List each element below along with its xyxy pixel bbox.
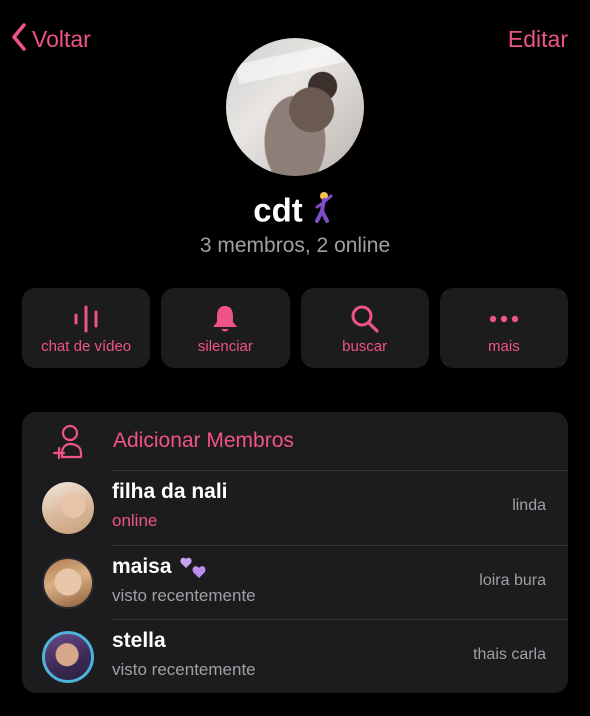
bell-icon bbox=[161, 304, 289, 334]
more-button[interactable]: mais bbox=[439, 288, 568, 368]
back-button[interactable]: Voltar bbox=[10, 22, 91, 56]
add-person-icon bbox=[52, 424, 86, 465]
member-name: stella bbox=[112, 629, 166, 652]
search-label: buscar bbox=[342, 338, 388, 355]
member-name: filha da nali bbox=[112, 480, 228, 503]
member-name: maisa bbox=[112, 555, 209, 589]
member-title: linda bbox=[512, 497, 546, 514]
chevron-left-icon bbox=[10, 22, 28, 57]
add-members-label: Adicionar Membros bbox=[113, 429, 294, 452]
member-status: visto recentemente bbox=[112, 586, 256, 605]
back-label: Voltar bbox=[32, 25, 91, 52]
group-name: cdt bbox=[253, 191, 303, 229]
mute-button[interactable]: silenciar bbox=[161, 288, 290, 368]
video-chat-button[interactable]: chat de vídeo bbox=[22, 288, 151, 368]
member-status: visto recentemente bbox=[112, 660, 256, 679]
group-avatar[interactable] bbox=[226, 38, 364, 176]
members-card: Adicionar Membros filha da nali online l… bbox=[22, 412, 568, 693]
search-button[interactable]: buscar bbox=[300, 288, 429, 368]
group-title: cdt bbox=[0, 191, 590, 235]
purple-hearts-icon bbox=[179, 555, 209, 589]
mute-label: silenciar bbox=[197, 338, 253, 355]
group-member-count: 3 membros, 2 online bbox=[199, 234, 391, 257]
member-name-text: maisa bbox=[112, 555, 172, 578]
member-title: loira bura bbox=[479, 572, 546, 589]
voice-wave-icon bbox=[22, 304, 150, 334]
member-row[interactable]: stella visto recentemente thais carla bbox=[22, 620, 568, 693]
dancing-man-icon bbox=[309, 191, 337, 235]
add-members-button[interactable]: Adicionar Membros bbox=[22, 412, 568, 470]
search-icon bbox=[301, 304, 429, 334]
avatar bbox=[42, 631, 94, 683]
member-title: thais carla bbox=[473, 646, 546, 663]
action-buttons: chat de vídeo silenciar buscar mais bbox=[22, 288, 568, 368]
video-chat-label: chat de vídeo bbox=[41, 338, 132, 355]
more-label: mais bbox=[488, 338, 520, 355]
avatar bbox=[42, 557, 94, 609]
avatar bbox=[42, 482, 94, 534]
member-status: online bbox=[112, 511, 158, 530]
more-icon bbox=[440, 304, 568, 334]
edit-button[interactable]: Editar bbox=[508, 22, 568, 56]
member-row[interactable]: filha da nali online linda bbox=[22, 471, 568, 545]
member-row[interactable]: maisa visto recentemente loira bura bbox=[22, 546, 568, 620]
